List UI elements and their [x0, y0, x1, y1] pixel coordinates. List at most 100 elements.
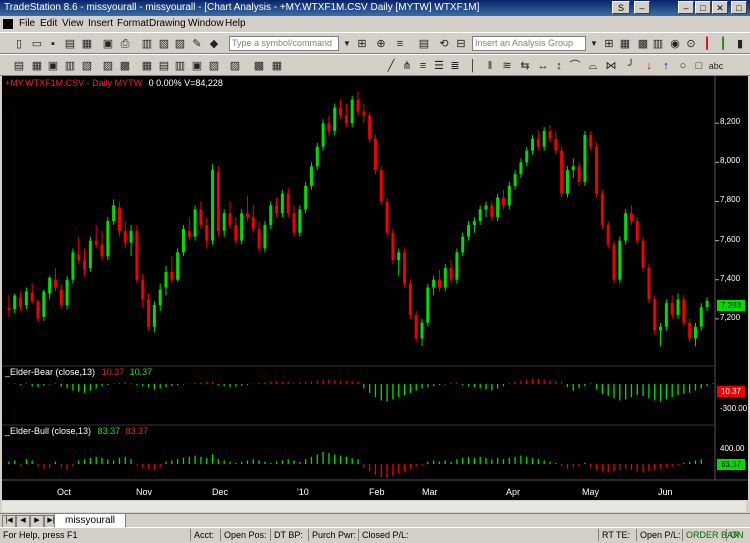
radar-icon[interactable]: ▧ — [157, 37, 171, 51]
matrix-icon[interactable]: ▨ — [173, 37, 187, 51]
menu-format[interactable]: Format — [117, 18, 149, 29]
time-zone-icon[interactable]: ‖ — [483, 59, 497, 73]
toolbar2-icon-2[interactable]: ▦ — [30, 59, 44, 73]
more-icon[interactable]: ▮ — [733, 37, 747, 51]
gann-icon[interactable]: ⋈ — [604, 59, 618, 73]
candle-body — [536, 138, 540, 147]
toolbar2-icon-13[interactable]: ▨ — [228, 59, 242, 73]
toolbar2-icon-4[interactable]: ▥ — [63, 59, 77, 73]
toolbar2-icon-5[interactable]: ▧ — [80, 59, 94, 73]
candle-body — [682, 299, 686, 323]
candle-body — [187, 230, 191, 237]
window-s-button[interactable]: S — [612, 1, 630, 14]
candle-body — [688, 322, 692, 339]
link-icon[interactable]: ⊕ — [374, 37, 388, 51]
candle-body — [426, 287, 430, 323]
freehand-icon[interactable]: ╯ — [624, 59, 638, 73]
menu-file[interactable]: File — [19, 18, 35, 29]
arrow-ud-icon[interactable]: ↕ — [552, 59, 566, 73]
toolbar2-icon-8[interactable]: ▦ — [140, 59, 154, 73]
app-icon[interactable] — [3, 19, 13, 29]
menu-drawing[interactable]: Drawing — [149, 18, 186, 29]
status-on[interactable]: ON — [726, 529, 744, 541]
chart-window[interactable]: +MY.WTXF1M.CSV - Daily MYTW 0 0.00% V=84… — [2, 76, 748, 500]
menu-view[interactable]: View — [62, 18, 84, 29]
menu-insert[interactable]: Insert — [88, 18, 113, 29]
candle-body — [304, 185, 308, 210]
toolbar2-icon-15[interactable]: ▦ — [270, 59, 284, 73]
expansion-icon[interactable]: ≋ — [500, 59, 514, 73]
rectangle-icon[interactable]: □ — [692, 59, 706, 73]
zoom-icon[interactable]: ⊙ — [684, 37, 698, 51]
symbol-input[interactable]: Type a symbol/command — [229, 36, 339, 51]
symbol-dropdown-icon[interactable]: ▼ — [340, 37, 354, 51]
toolbar2-icon-1[interactable]: ▤ — [12, 59, 26, 73]
analysis-group-input[interactable]: Insert an Analysis Group — [472, 36, 586, 51]
properties-icon[interactable]: ▤ — [417, 37, 431, 51]
chart-canvas[interactable] — [2, 76, 748, 500]
color-icon[interactable]: ◆ — [207, 37, 221, 51]
toolbar2-icon-12[interactable]: ▧ — [207, 59, 221, 73]
refresh-icon[interactable]: ⟲ — [437, 37, 451, 51]
candle-body — [181, 228, 185, 253]
save-icon[interactable]: ▪ — [46, 37, 60, 51]
menu-edit[interactable]: Edit — [40, 18, 57, 29]
toolbar2-icon-6[interactable]: ▨ — [101, 59, 115, 73]
candle-icon[interactable]: ┃ — [716, 37, 730, 51]
candle-body — [432, 279, 436, 288]
circle-icon[interactable]: ○ — [676, 59, 690, 73]
speed-arc-icon[interactable]: ⌓ — [586, 59, 600, 73]
new-icon[interactable]: ▯ — [12, 37, 26, 51]
toolbar2-icon-7[interactable]: ▩ — [118, 59, 132, 73]
fib-icon[interactable]: ☰ — [432, 59, 446, 73]
toolbar2-icon-9[interactable]: ▤ — [157, 59, 171, 73]
toolbar2-icon-11[interactable]: ▣ — [190, 59, 204, 73]
chart-window-icon[interactable]: ▥ — [140, 37, 154, 51]
showme-icon[interactable]: ▩ — [636, 37, 650, 51]
fib-extension-icon[interactable]: ⇆ — [518, 59, 532, 73]
channel-icon[interactable]: ≣ — [448, 59, 462, 73]
format-symbol-icon[interactable]: ≡ — [393, 37, 407, 51]
restore-button[interactable]: □ — [731, 1, 747, 14]
new-chart-icon[interactable]: ▤ — [63, 37, 77, 51]
close-button[interactable]: ✕ — [712, 1, 728, 14]
scanner-icon[interactable]: ✎ — [190, 37, 204, 51]
horizontal-scrollbar[interactable] — [2, 500, 748, 513]
up-arrow-icon[interactable]: ↑ — [659, 59, 673, 73]
open-icon[interactable]: ▭ — [30, 37, 44, 51]
data-window-icon[interactable]: ◉ — [668, 37, 682, 51]
print-preview-icon[interactable]: ▣ — [101, 37, 115, 51]
insert-study-icon[interactable]: ⊟ — [454, 37, 468, 51]
menu-window[interactable]: Window — [188, 18, 224, 29]
paintbar-icon[interactable]: ▥ — [651, 37, 665, 51]
maximize-button[interactable]: □ — [695, 1, 711, 14]
sub-minimize-button[interactable]: – — [634, 1, 650, 14]
bar-chart-icon[interactable]: ┃ — [700, 37, 714, 51]
vertical-line-icon[interactable]: │ — [466, 59, 480, 73]
candle-body — [106, 221, 110, 257]
text-tool[interactable]: abc — [706, 59, 726, 73]
tab-missyourall[interactable]: missyourall — [54, 514, 127, 528]
toolbar2-icon-10[interactable]: ▥ — [173, 59, 187, 73]
symbol-go-icon[interactable]: ⊞ — [355, 37, 369, 51]
analysis-dropdown-icon[interactable]: ▼ — [587, 37, 601, 51]
horizontal-line-icon[interactable]: ≡ — [416, 59, 430, 73]
menu-help[interactable]: Help — [225, 18, 246, 29]
workspace-icon[interactable]: ▦ — [80, 37, 94, 51]
minimize-button[interactable]: – — [678, 1, 694, 14]
arc-icon[interactable]: ⌒ — [568, 59, 582, 73]
arrow-lr-icon[interactable]: ↔ — [536, 59, 550, 73]
toolbar2-icon-3[interactable]: ▣ — [46, 59, 60, 73]
candle-body — [228, 213, 232, 225]
trendline-icon[interactable]: ╱ — [384, 59, 398, 73]
pitchfork-icon[interactable]: ⋔ — [400, 59, 414, 73]
title-bar: TradeStation 8.6 - missyourall - missyou… — [0, 0, 750, 16]
down-arrow-icon[interactable]: ↓ — [642, 59, 656, 73]
strategy-icon[interactable]: ⊞ — [602, 37, 616, 51]
bull-header: _Elder-Bull (close,13) 83.37 83.37 — [5, 426, 148, 436]
print-icon[interactable]: ⎙ — [118, 37, 132, 51]
toolbar2-icon-14[interactable]: ▩ — [252, 59, 266, 73]
scroll-track[interactable] — [2, 501, 746, 512]
candle-body — [600, 193, 604, 225]
indicator-icon[interactable]: ▦ — [618, 37, 632, 51]
